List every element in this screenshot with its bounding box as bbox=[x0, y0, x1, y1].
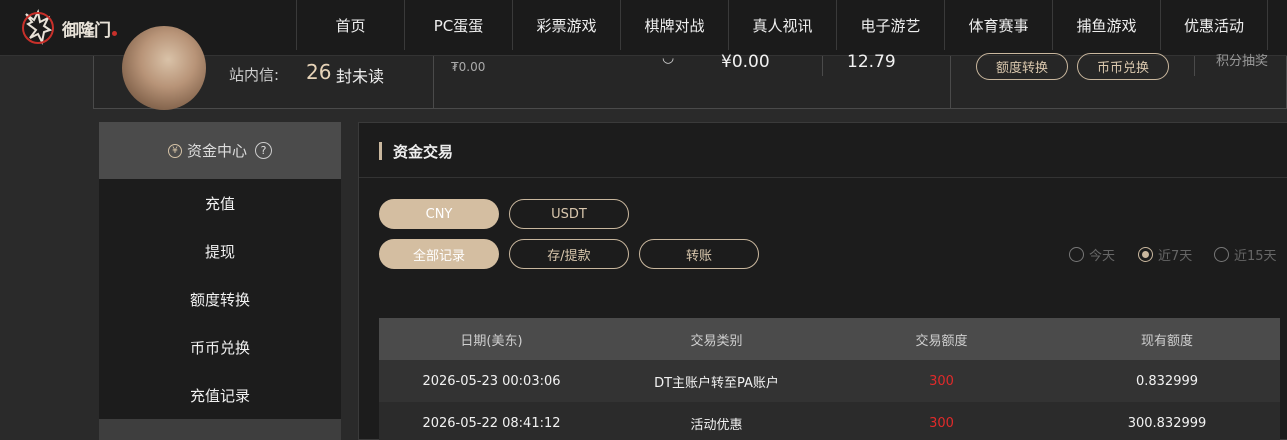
coin-exchange-button[interactable]: 币币兑换 bbox=[1077, 53, 1169, 80]
radio-checked-icon bbox=[1138, 247, 1153, 262]
cell-balance: 0.832999 bbox=[1135, 373, 1199, 389]
points-balance: 12.79 bbox=[847, 52, 896, 72]
sidebar-item-active[interactable] bbox=[99, 419, 341, 440]
user-info-strip: 站内信: 26 封未读 ₮0.00 ◡ ¥0.00 12.79 额度转换 币币兑… bbox=[93, 26, 1287, 110]
cell-amount: 300 bbox=[929, 373, 954, 389]
tab-transfer[interactable]: 转账 bbox=[639, 239, 759, 269]
divider bbox=[822, 56, 823, 76]
sidebar-item-coin-exchange[interactable]: 币币兑换 bbox=[99, 323, 341, 371]
sidebar-item-withdraw[interactable]: 提现 bbox=[99, 227, 341, 275]
radio-icon bbox=[1214, 247, 1229, 262]
divider bbox=[359, 177, 1287, 178]
table-row: 2026-05-23 00:03:06 DT主账户转至PA账户 300 0.83… bbox=[379, 360, 1280, 402]
panel-title: 资金交易 bbox=[379, 139, 453, 163]
dragon-logo-icon bbox=[22, 8, 54, 46]
cell-date: 2026-05-22 08:41:12 bbox=[422, 415, 561, 431]
fund-transactions-panel: 资金交易 CNY USDT 全部记录 存/提款 转账 今天 近7天 近15天 日… bbox=[358, 122, 1287, 440]
nav-e-games[interactable]: 电子游艺 bbox=[836, 0, 944, 50]
range-15-days-label: 近15天 bbox=[1234, 249, 1277, 264]
sidebar-title: 资金中心 bbox=[186, 142, 247, 160]
nav-promotions[interactable]: 优惠活动 bbox=[1160, 0, 1268, 50]
range-today-label: 今天 bbox=[1089, 249, 1116, 264]
range-7-days-label: 近7天 bbox=[1158, 249, 1193, 264]
help-icon[interactable]: ? bbox=[255, 142, 272, 159]
col-amount: 交易额度 bbox=[915, 333, 968, 349]
col-date: 日期(美东) bbox=[460, 333, 523, 349]
site-logo[interactable]: 御隆门 bbox=[18, 8, 118, 48]
cell-amount: 300 bbox=[929, 415, 954, 431]
logo-dot bbox=[112, 30, 117, 36]
nav-home[interactable]: 首页 bbox=[296, 0, 404, 50]
divider bbox=[433, 56, 434, 109]
sidebar-item-deposit-records[interactable]: 充值记录 bbox=[99, 371, 341, 419]
inbox-count[interactable]: 26 bbox=[306, 60, 331, 84]
range-today[interactable]: 今天 bbox=[1069, 245, 1115, 264]
nav-fishing[interactable]: 捕鱼游戏 bbox=[1052, 0, 1160, 50]
tab-deposit-withdraw[interactable]: 存/提款 bbox=[509, 239, 629, 269]
nav-lottery[interactable]: 彩票游戏 bbox=[512, 0, 620, 50]
panel-title-text: 资金交易 bbox=[393, 142, 454, 161]
divider bbox=[950, 56, 951, 109]
sidebar-header: ¥ 资金中心 ? bbox=[99, 122, 341, 179]
range-7-days[interactable]: 近7天 bbox=[1138, 245, 1192, 264]
transactions-table: 日期(美东) 交易类别 交易额度 现有额度 2026-05-23 00:03:0… bbox=[379, 318, 1280, 440]
quota-transfer-button[interactable]: 额度转换 bbox=[976, 53, 1068, 80]
main-nav: 首页 PC蛋蛋 彩票游戏 棋牌对战 真人视讯 电子游艺 体育赛事 捕鱼游戏 优惠… bbox=[296, 0, 1268, 56]
inbox-unread-label: 封未读 bbox=[336, 67, 385, 86]
tab-cny[interactable]: CNY bbox=[379, 199, 499, 229]
sidebar: ¥ 资金中心 ? 充值 提现 额度转换 币币兑换 充值记录 bbox=[99, 122, 341, 440]
usdt-balance: ₮0.00 bbox=[451, 60, 486, 74]
cell-date: 2026-05-23 00:03:06 bbox=[422, 373, 561, 389]
cell-type: DT主账户转至PA账户 bbox=[654, 375, 779, 391]
logo-text: 御隆门 bbox=[62, 20, 111, 41]
title-accent-bar bbox=[379, 142, 382, 160]
radio-icon bbox=[1069, 247, 1084, 262]
divider bbox=[1194, 56, 1195, 76]
tab-all-records[interactable]: 全部记录 bbox=[379, 239, 499, 269]
nav-sports[interactable]: 体育赛事 bbox=[944, 0, 1052, 50]
nav-live-video[interactable]: 真人视讯 bbox=[728, 0, 836, 50]
col-type: 交易类别 bbox=[690, 333, 743, 349]
main-balance: ¥0.00 bbox=[721, 52, 770, 72]
table-header: 日期(美东) 交易类别 交易额度 现有额度 bbox=[379, 318, 1280, 360]
points-lottery-link[interactable]: 积分抽奖 bbox=[1216, 50, 1268, 69]
nav-pc-egg[interactable]: PC蛋蛋 bbox=[404, 0, 512, 50]
sidebar-item-quota-transfer[interactable]: 额度转换 bbox=[99, 275, 341, 323]
tab-usdt[interactable]: USDT bbox=[509, 199, 629, 229]
col-balance: 现有额度 bbox=[1140, 333, 1193, 349]
cell-type: 活动优惠 bbox=[690, 417, 743, 433]
cell-balance: 300.832999 bbox=[1127, 415, 1207, 431]
sidebar-item-deposit[interactable]: 充值 bbox=[99, 179, 341, 227]
nav-chess-cards[interactable]: 棋牌对战 bbox=[620, 0, 728, 50]
yen-coin-icon: ¥ bbox=[167, 143, 182, 158]
range-15-days[interactable]: 近15天 bbox=[1214, 245, 1277, 264]
avatar[interactable] bbox=[122, 26, 206, 110]
inbox-label: 站内信: bbox=[229, 66, 280, 84]
refresh-icon[interactable]: ◡ bbox=[662, 50, 674, 66]
table-row: 2026-05-22 08:41:12 活动优惠 300 300.832999 bbox=[379, 402, 1280, 440]
